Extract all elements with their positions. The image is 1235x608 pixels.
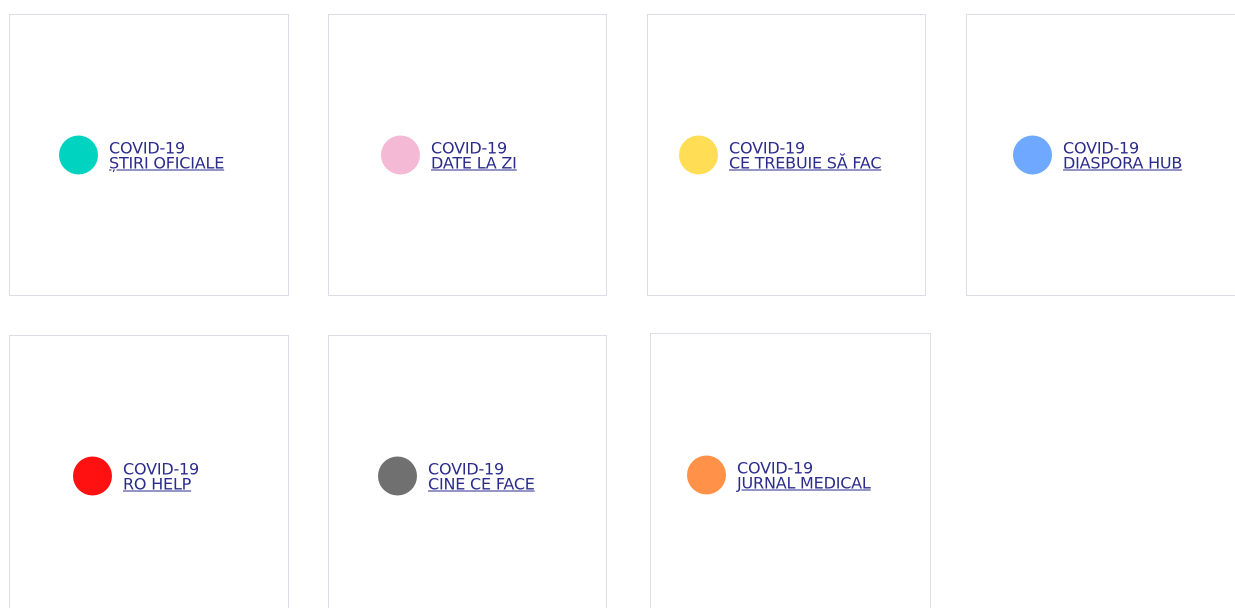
blue-dot-icon: [1013, 135, 1052, 175]
card-diaspora-hub[interactable]: COVID-19 DIASPORA HUB: [966, 14, 1235, 296]
card-stiri-oficiale[interactable]: COVID-19 ȘTIRI OFICIALE: [9, 14, 289, 296]
card-ro-help[interactable]: COVID-19 RO HELP: [9, 335, 289, 608]
teal-dot-icon: [59, 135, 98, 175]
diaspora-hub-link[interactable]: DIASPORA HUB: [1063, 155, 1182, 171]
card-jurnal-medical[interactable]: COVID-19 JURNAL MEDICAL: [650, 333, 931, 608]
cine-ce-face-link[interactable]: CINE CE FACE: [428, 476, 535, 492]
red-dot-icon: [73, 456, 112, 496]
pink-dot-icon: [381, 135, 420, 175]
ce-trebuie-sa-fac-link[interactable]: CE TREBUIE SĂ FAC: [729, 155, 882, 171]
yellow-dot-icon: [679, 135, 718, 175]
ro-help-link[interactable]: RO HELP: [123, 476, 199, 492]
stiri-oficiale-link[interactable]: ȘTIRI OFICIALE: [109, 155, 224, 171]
card-date-la-zi[interactable]: COVID-19 DATE LA ZI: [328, 14, 607, 296]
card-ce-trebuie-sa-fac[interactable]: COVID-19 CE TREBUIE SĂ FAC: [647, 14, 926, 296]
jurnal-medical-link[interactable]: JURNAL MEDICAL: [737, 475, 871, 491]
date-la-zi-link[interactable]: DATE LA ZI: [431, 155, 517, 171]
orange-dot-icon: [687, 455, 726, 495]
card-cine-ce-face[interactable]: COVID-19 CINE CE FACE: [328, 335, 607, 608]
gray-dot-icon: [378, 456, 417, 496]
